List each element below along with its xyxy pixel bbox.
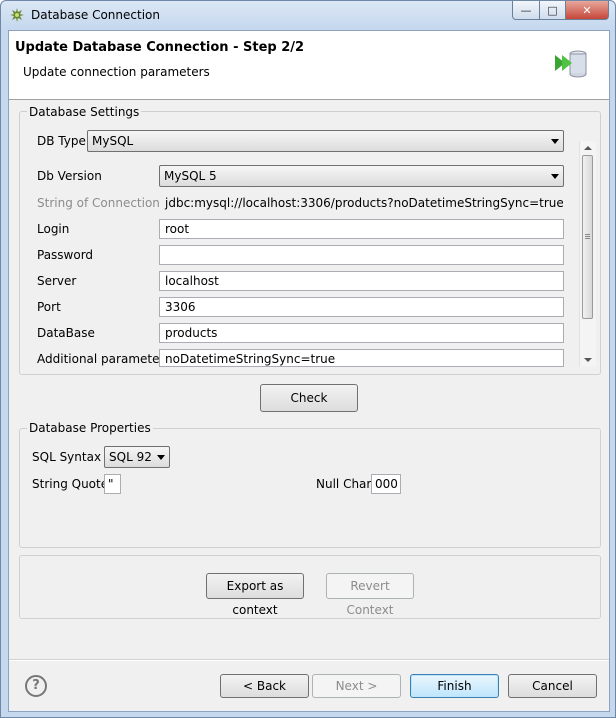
login-label: Login — [37, 222, 70, 236]
server-label: Server — [37, 274, 77, 288]
minimize-button[interactable]: — — [512, 1, 540, 20]
wizard-header: Update Database Connection - Step 2/2 Up… — [9, 31, 609, 100]
string-quote-label: String Quote — [32, 477, 109, 491]
dialog-content: Update Database Connection - Step 2/2 Up… — [8, 30, 610, 712]
page-subtitle: Update connection parameters — [23, 65, 210, 79]
app-icon — [10, 8, 24, 22]
null-char-label: Null Char — [316, 477, 372, 491]
additional-params-field[interactable]: noDatetimeStringSync=true — [159, 349, 564, 367]
chevron-down-icon — [157, 455, 165, 460]
password-label: Password — [37, 248, 94, 262]
settings-scrollbar[interactable] — [579, 141, 596, 367]
export-as-context-button[interactable]: Export as context — [206, 573, 304, 617]
page-title: Update Database Connection - Step 2/2 — [15, 40, 305, 55]
grip-line — [585, 234, 590, 235]
revert-context-button: Revert Context — [326, 573, 414, 617]
maximize-button[interactable]: □ — [540, 1, 566, 20]
db-version-label: Db Version — [37, 169, 102, 183]
db-version-select[interactable]: MySQL 5 — [159, 165, 564, 187]
finish-button[interactable]: Finish — [410, 674, 499, 698]
grip-line — [585, 238, 590, 239]
next-button: Next > — [312, 674, 401, 698]
db-version-value: MySQL 5 — [164, 169, 217, 183]
server-field[interactable]: localhost — [159, 271, 564, 291]
context-group — [19, 555, 601, 619]
password-field[interactable] — [159, 245, 564, 265]
port-field[interactable]: 3306 — [159, 297, 564, 317]
sql-syntax-label: SQL Syntax — [32, 450, 102, 464]
additional-params-label: Additional parameters — [37, 352, 171, 366]
database-field[interactable]: products — [159, 323, 564, 343]
connection-string-field: jdbc:mysql://localhost:3306/products?noD… — [159, 193, 564, 213]
chevron-down-icon — [551, 139, 559, 144]
database-settings-label: Database Settings — [27, 105, 142, 119]
window-controls: — □ ✕ — [512, 1, 609, 21]
login-field[interactable]: root — [159, 219, 564, 239]
connection-string-label: String of Connection — [37, 196, 160, 210]
back-button[interactable]: < Back — [220, 674, 309, 698]
database-properties-label: Database Properties — [27, 421, 153, 435]
cancel-button[interactable]: Cancel — [508, 674, 597, 698]
chevron-down-icon — [551, 174, 559, 179]
title-bar[interactable]: Database Connection — □ ✕ — [1, 1, 615, 29]
check-button[interactable]: Check — [260, 384, 358, 412]
sql-syntax-value: SQL 92 — [109, 450, 152, 464]
db-type-value: MySQL — [92, 134, 134, 148]
footer-separator — [9, 659, 609, 661]
db-type-label: DB Type — [37, 134, 86, 148]
dialog-window: Database Connection — □ ✕ Update Databas… — [0, 0, 616, 718]
close-button[interactable]: ✕ — [566, 1, 609, 20]
scroll-thumb[interactable] — [582, 155, 593, 319]
db-type-select[interactable]: MySQL — [87, 130, 564, 152]
scroll-down-icon[interactable] — [584, 358, 592, 362]
database-label: DataBase — [37, 326, 95, 340]
sql-syntax-select[interactable]: SQL 92 — [104, 446, 170, 468]
window-title: Database Connection — [31, 8, 160, 22]
null-char-field[interactable]: 000 — [371, 474, 401, 494]
help-icon[interactable]: ? — [25, 675, 47, 697]
string-quote-field[interactable]: " — [104, 474, 121, 494]
grip-line — [585, 236, 590, 237]
scroll-up-icon[interactable] — [584, 146, 592, 150]
database-arrow-icon — [555, 50, 587, 78]
port-label: Port — [37, 300, 61, 314]
